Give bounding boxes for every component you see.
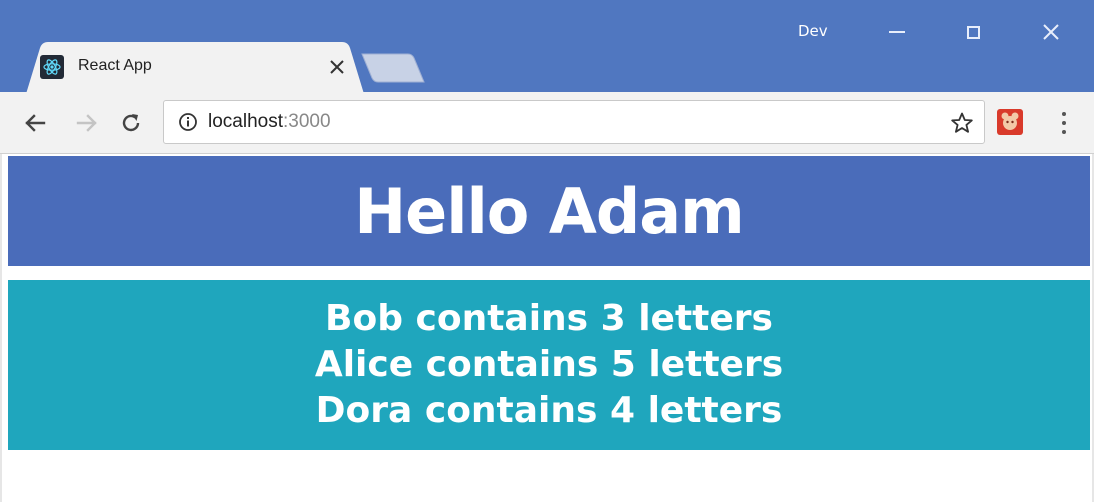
minimize-icon (889, 31, 905, 33)
heading-banner: Hello Adam (8, 156, 1090, 266)
list-item: Bob contains 3 letters (325, 298, 773, 339)
forward-button[interactable] (70, 106, 104, 140)
maximize-icon (966, 25, 980, 39)
page-heading: Hello Adam (354, 174, 744, 248)
menu-dot (1062, 130, 1066, 134)
tab-react-app[interactable]: React App (26, 42, 364, 94)
kebab-menu-icon[interactable] (1050, 106, 1078, 140)
close-window-button[interactable] (1028, 14, 1074, 50)
arrow-left-icon (25, 114, 46, 132)
close-icon (1043, 24, 1059, 40)
url-port: :3000 (283, 111, 331, 132)
browser-toolbar: localhost:3000 (0, 92, 1094, 154)
info-icon[interactable] (178, 112, 198, 132)
url-text[interactable]: localhost:3000 (208, 111, 331, 133)
list-item: Alice contains 5 letters (314, 344, 784, 385)
close-icon (330, 60, 344, 74)
browser-window: Dev React App localhost:3000 Hello Adam … (0, 0, 1094, 502)
tab-close-button[interactable] (324, 54, 350, 80)
new-tab-button[interactable] (360, 52, 430, 84)
minimize-button[interactable] (874, 14, 920, 50)
list-item: Dora contains 4 letters (315, 390, 783, 431)
tab-title: React App (78, 57, 152, 74)
menu-dot (1062, 112, 1066, 116)
back-button[interactable] (18, 106, 52, 140)
page-content: Hello Adam Bob contains 3 letters Alice … (0, 154, 1094, 502)
address-bar[interactable]: localhost:3000 (163, 100, 985, 144)
maximize-button[interactable] (950, 14, 996, 50)
url-host: localhost (208, 111, 283, 132)
title-bar: Dev React App (0, 0, 1094, 94)
names-list: Bob contains 3 letters Alice contains 5 … (8, 280, 1090, 450)
react-logo-icon (40, 55, 64, 79)
extension-icon[interactable] (996, 108, 1024, 136)
profile-label[interactable]: Dev (798, 22, 828, 40)
star-icon[interactable] (950, 111, 974, 135)
reload-icon (122, 114, 140, 132)
arrow-right-icon (76, 114, 97, 132)
menu-dot (1062, 121, 1066, 125)
reload-button[interactable] (114, 106, 148, 140)
